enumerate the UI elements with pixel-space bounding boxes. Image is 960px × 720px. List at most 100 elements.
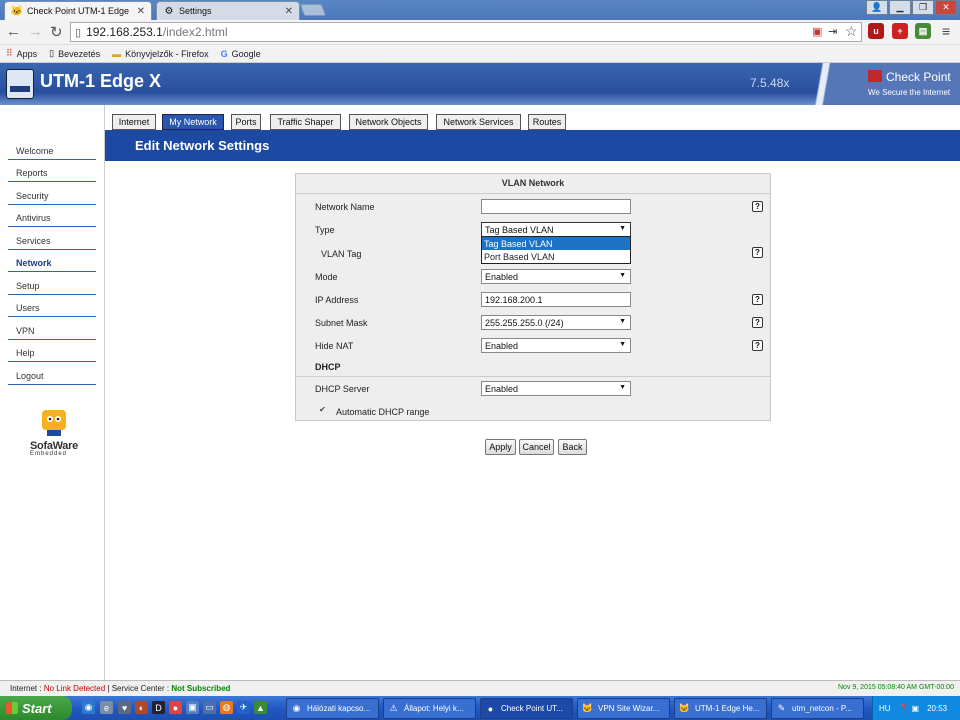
taskbar-item[interactable]: ● Check Point UT...	[480, 698, 573, 719]
taskbar-item[interactable]: ✎ utm_netcon - P...	[771, 698, 864, 719]
nav-help[interactable]: Help	[8, 340, 96, 362]
address-bar[interactable]: ▯ 192.168.253.1/index2.html	[70, 22, 862, 42]
taskbar-item[interactable]: 🐱 UTM-1 Edge He...	[674, 698, 767, 719]
nav-welcome[interactable]: Welcome	[8, 138, 96, 160]
service-center-value[interactable]: Not Subscribed	[171, 684, 230, 693]
mode-label: Mode	[315, 272, 338, 282]
nav-services[interactable]: Services	[8, 228, 96, 250]
close-window-button[interactable]: ✕	[935, 0, 957, 15]
apply-button[interactable]: Apply	[485, 439, 516, 455]
help-icon[interactable]: ?	[752, 294, 763, 305]
d-app-quicklaunch-icon[interactable]: D	[152, 701, 165, 714]
hide-nat-select[interactable]: Enabled	[481, 338, 631, 353]
blocked-popup-icon[interactable]: ▣	[812, 25, 822, 38]
language-indicator[interactable]: HU	[879, 704, 891, 713]
help-tray-icon[interactable]: ❓	[899, 704, 909, 713]
back-arrow-icon[interactable]: ←	[6, 23, 21, 40]
nav-security[interactable]: Security	[8, 183, 96, 205]
taskbar-item-label: utm_netcon - P...	[792, 704, 852, 713]
nav-network[interactable]: Network	[8, 250, 96, 272]
tab-my-network[interactable]: My Network	[162, 114, 224, 130]
help-icon[interactable]: ?	[752, 317, 763, 328]
browser-tab-checkpoint[interactable]: 🐱 Check Point UTM-1 Edge ✕	[4, 1, 152, 20]
nav-setup[interactable]: Setup	[8, 273, 96, 295]
type-select[interactable]: Tag Based VLAN	[481, 222, 631, 237]
subnet-mask-select[interactable]: 255.255.255.0 (/24)	[481, 315, 631, 330]
tab-internet[interactable]: Internet	[112, 114, 156, 130]
device-datetime: Nov 9, 2015 05:08:40 AM GMT-00:00	[838, 684, 954, 691]
star-bookmark-icon[interactable]: ☆	[845, 23, 858, 40]
auto-dhcp-checkbox[interactable]: ✔	[318, 405, 327, 414]
restore-button[interactable]: ❐	[912, 0, 934, 15]
plus-extension-icon[interactable]: +	[892, 23, 908, 39]
network-tray-icon[interactable]: ▣	[912, 704, 920, 713]
save-quicklaunch-icon[interactable]: ▣	[186, 701, 199, 714]
bookmarks-bar: ⠿ Apps ▯ Bevezetés ▬ Könyvjelzők - Firefox …	[0, 45, 960, 63]
tab-ports[interactable]: Ports	[231, 114, 261, 130]
cancel-button[interactable]: Cancel	[519, 439, 554, 455]
new-tab-button[interactable]	[299, 4, 327, 16]
brand-tagline: We Secure the Internet	[868, 88, 951, 97]
paint-icon: ✎	[777, 703, 786, 713]
type-option-tag-based[interactable]: Tag Based VLAN	[482, 237, 630, 250]
page-icon: ▯	[75, 26, 82, 39]
nav-users[interactable]: Users	[8, 295, 96, 317]
forward-arrow-icon[interactable]: →	[28, 23, 43, 40]
tab-traffic-shaper[interactable]: Traffic Shaper	[270, 114, 341, 130]
folder-icon: ▬	[112, 48, 122, 59]
ip-address-input[interactable]: 192.168.200.1	[481, 292, 631, 307]
nav-vpn[interactable]: VPN	[8, 318, 96, 340]
network-quicklaunch-icon[interactable]: ◉	[82, 701, 95, 714]
help-icon[interactable]: ?	[752, 201, 763, 212]
bookmark-firefox-folder[interactable]: ▬ Könyvjelzők - Firefox	[112, 49, 209, 59]
monitor-quicklaunch-icon[interactable]: ▭	[203, 701, 216, 714]
chrome-quicklaunch-icon[interactable]: ●	[169, 701, 182, 714]
taskbar-item[interactable]: ◉ Hálózati kapcso...	[286, 698, 379, 719]
mode-select[interactable]: Enabled	[481, 269, 631, 284]
firefox-quicklaunch-icon[interactable]: ◍	[220, 701, 233, 714]
close-tab-icon[interactable]: ✕	[137, 6, 145, 17]
user-icon[interactable]: 👤	[866, 0, 888, 15]
extension-badge-icon[interactable]: ▤	[915, 23, 931, 39]
green-app-quicklaunch-icon[interactable]: ▲	[254, 701, 267, 714]
network-name-input[interactable]	[481, 199, 631, 214]
dhcp-server-label: DHCP Server	[315, 384, 370, 394]
plane-quicklaunch-icon[interactable]: ✈	[237, 701, 250, 714]
taskbar-item[interactable]: 🐱 VPN Site Wizar...	[577, 698, 670, 719]
ip-address-label: IP Address	[315, 295, 359, 305]
browser-tab-settings[interactable]: ⚙ Settings ✕	[156, 1, 300, 20]
ublock-icon[interactable]: u	[868, 23, 884, 39]
bookmark-label: Google	[231, 48, 261, 59]
internet-status-value[interactable]: No Link Detected	[44, 684, 105, 693]
shield-quicklaunch-icon[interactable]: ♥	[118, 701, 131, 714]
type-option-port-based[interactable]: Port Based VLAN	[482, 250, 630, 263]
nav-reports[interactable]: Reports	[8, 160, 96, 182]
bookmark-bevezetes[interactable]: ▯ Bevezetés	[49, 48, 100, 59]
vlan-tag-label: VLAN Tag	[321, 249, 362, 259]
section-divider	[295, 376, 771, 377]
help-icon[interactable]: ?	[752, 247, 763, 258]
tab-network-objects[interactable]: Network Objects	[349, 114, 428, 130]
minimize-button[interactable]: ▁	[889, 0, 911, 15]
reload-icon[interactable]: ↻	[50, 23, 63, 41]
utm-device-icon	[6, 69, 34, 99]
tab-network-services[interactable]: Network Services	[436, 114, 521, 130]
ie-quicklaunch-icon[interactable]: e	[100, 701, 113, 714]
nav-antivirus[interactable]: Antivirus	[8, 205, 96, 227]
dhcp-server-select[interactable]: Enabled	[481, 381, 631, 396]
close-tab-icon[interactable]: ✕	[285, 6, 293, 17]
back-button[interactable]: Back	[558, 439, 587, 455]
tab-routes[interactable]: Routes	[528, 114, 566, 130]
help-icon[interactable]: ?	[752, 340, 763, 351]
browser-tab-title: Check Point UTM-1 Edge	[27, 6, 130, 16]
menu-icon[interactable]: ≡	[942, 23, 950, 39]
checkpoint-cat-icon: 🐱	[10, 5, 24, 17]
taskbar-item[interactable]: ⚠ Állapot: Helyi k...	[383, 698, 476, 719]
url-host: 192.168.253.1	[86, 25, 163, 39]
media-quicklaunch-icon[interactable]: ◐	[135, 701, 148, 714]
bookmark-google[interactable]: G Google	[221, 49, 261, 59]
pin-icon[interactable]: ⇥	[828, 25, 837, 38]
clock[interactable]: 20:53	[927, 704, 947, 713]
nav-logout[interactable]: Logout	[8, 363, 96, 385]
bookmark-apps[interactable]: ⠿ Apps	[6, 48, 37, 59]
